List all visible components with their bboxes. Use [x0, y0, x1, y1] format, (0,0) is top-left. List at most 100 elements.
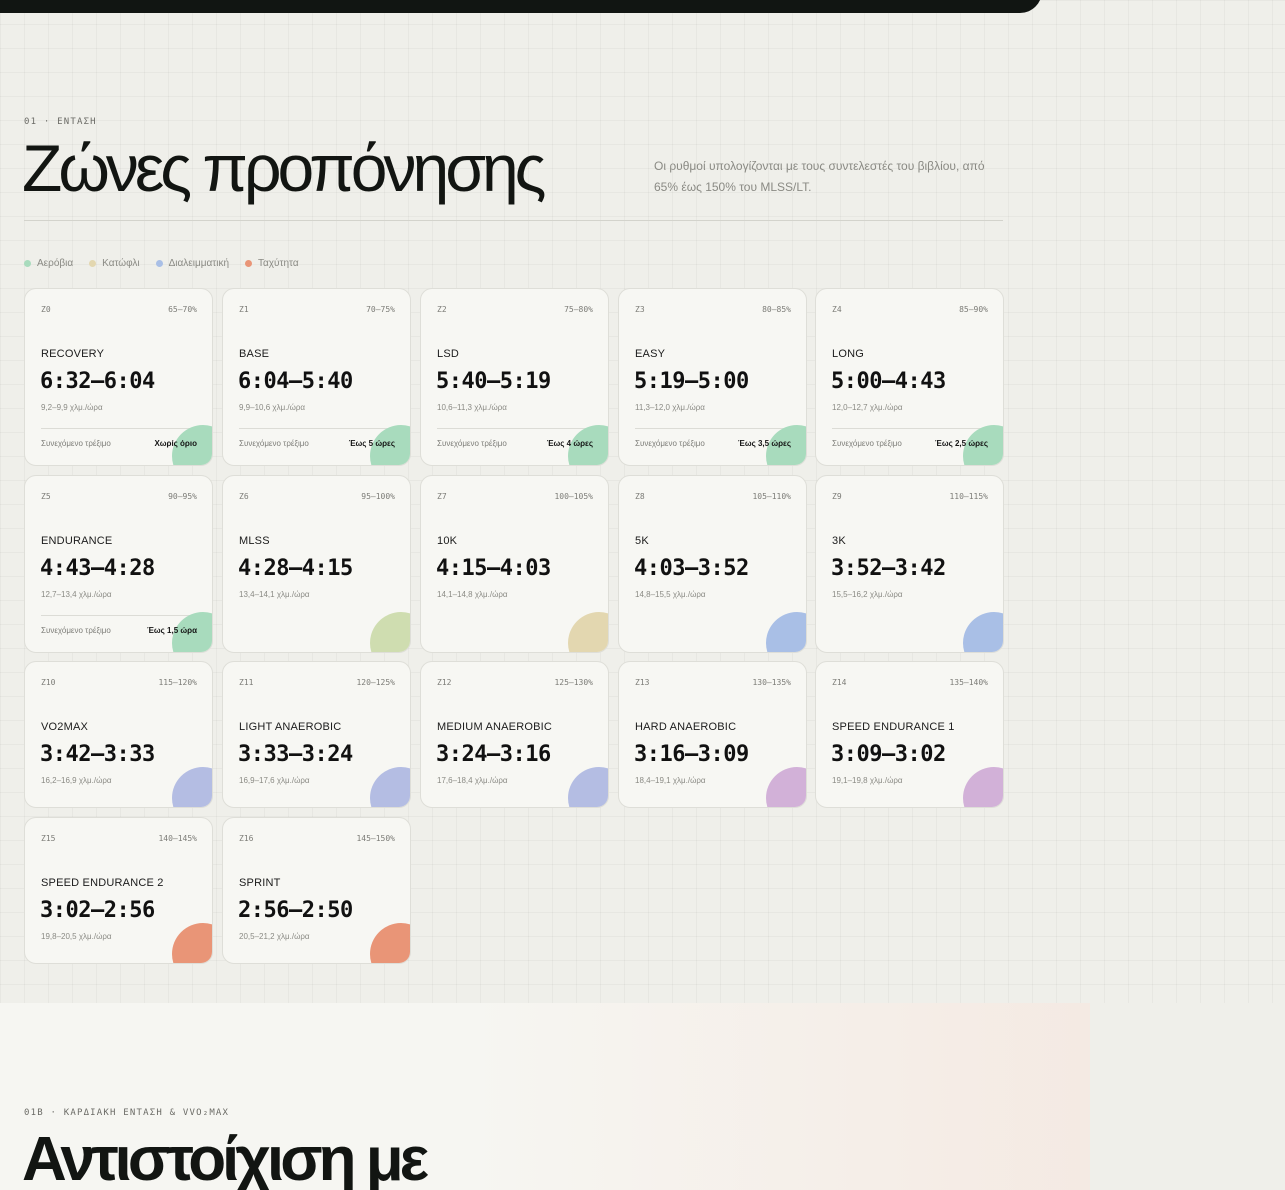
zone-card-z16[interactable]: Z16 145–150% SPRINT 2:56–2:50 20,5–21,2 χλμ.…: [222, 817, 411, 964]
zone-divider: [239, 428, 394, 429]
zone-card-z1[interactable]: Z1 70–75% BASE 6:04–5:40 9,9–10,6 χλμ./ώρα Συ…: [222, 288, 411, 466]
zone-speed: 19,1–19,8 χλμ./ώρα: [832, 776, 903, 785]
zone-name: SPEED ENDURANCE 2: [41, 877, 164, 889]
zone-range: 80–85%: [762, 305, 791, 314]
zone-card-z9[interactable]: Z9 110–115% 3K 3:52–3:42 15,5–16,2 χλμ./ώρα: [815, 475, 1004, 653]
zone-speed: 16,2–16,9 χλμ./ώρα: [41, 776, 112, 785]
zone-code: Z10: [41, 678, 56, 687]
zone-range: 65–70%: [168, 305, 197, 314]
zone-speed: 20,5–21,2 χλμ./ώρα: [239, 932, 310, 941]
zone-card-z2[interactable]: Z2 75–80% LSD 5:40–5:19 10,6–11,3 χλμ./ώρα Συ…: [420, 288, 609, 466]
legend-dot-icon: [24, 260, 31, 267]
section-divider: [24, 220, 1003, 221]
legend-label: Ταχύτητα: [258, 258, 299, 269]
zone-name: MLSS: [239, 535, 270, 547]
zone-speed: 19,8–20,5 χλμ./ώρα: [41, 932, 112, 941]
zone-card-z8[interactable]: Z8 105–110% 5K 4:03–3:52 14,8–15,5 χλμ./ώρα: [618, 475, 807, 653]
zone-code: Z14: [832, 678, 847, 687]
zone-speed: 12,7–13,4 χλμ./ώρα: [41, 590, 112, 599]
section-fade: [1090, 1003, 1285, 1190]
zone-name: LSD: [437, 348, 459, 360]
zone-card-z6[interactable]: Z6 95–100% MLSS 4:28–4:15 13,4–14,1 χλμ./ώρα: [222, 475, 411, 653]
zone-card-z11[interactable]: Z11 120–125% LIGHT ANAEROBIC 3:33–3:24 16,9–…: [222, 661, 411, 808]
zone-range: 105–110%: [752, 492, 791, 501]
zone-code: Z3: [635, 305, 645, 314]
zone-divider: [832, 428, 987, 429]
zone-pace: 4:28–4:15: [238, 556, 353, 581]
zone-card-z14[interactable]: Z14 135–140% SPEED ENDURANCE 1 3:09–3:02 19,…: [815, 661, 1004, 808]
zone-name: 10K: [437, 535, 458, 547]
zone-card-z12[interactable]: Z12 125–130% MEDIUM ANAEROBIC 3:24–3:16 17,6…: [420, 661, 609, 808]
zone-color-blob: [963, 767, 1003, 807]
zone-card-z0[interactable]: Z0 65–70% RECOVERY 6:32–6:04 9,2–9,9 χλμ./ώρ…: [24, 288, 213, 466]
zone-speed: 10,6–11,3 χλμ./ώρα: [437, 403, 507, 412]
zone-range: 145–150%: [356, 834, 395, 843]
zone-code: Z4: [832, 305, 842, 314]
zone-pace: 6:04–5:40: [238, 369, 353, 394]
zone-speed: 17,6–18,4 χλμ./ώρα: [437, 776, 508, 785]
zone-note-value: Έως 4 ώρες: [546, 439, 593, 448]
top-header-bar: [0, 0, 1042, 13]
section-subtitle: Οι ρυθμοί υπολογίζονται με τους συντελεσ…: [654, 159, 985, 194]
zone-note-label: Συνεχόμενο τρέξιμο: [41, 626, 111, 635]
zone-color-blob: [370, 923, 410, 963]
zone-note-value: Έως 5 ώρες: [348, 439, 395, 448]
zone-pace: 3:42–3:33: [40, 742, 155, 767]
zone-code: Z2: [437, 305, 447, 314]
zone-range: 85–90%: [959, 305, 988, 314]
legend-label: Κατώφλι: [102, 258, 140, 269]
zone-note-value: Έως 2,5 ώρες: [935, 439, 988, 448]
zone-card-z15[interactable]: Z15 140–145% SPEED ENDURANCE 2 3:02–2:56 19,…: [24, 817, 213, 964]
zone-code: Z7: [437, 492, 447, 501]
zone-speed: 9,9–10,6 χλμ./ώρα: [239, 403, 306, 412]
zone-speed: 13,4–14,1 χλμ./ώρα: [239, 590, 310, 599]
zone-name: SPRINT: [239, 877, 281, 889]
zone-range: 75–80%: [564, 305, 593, 314]
zone-code: Z11: [239, 678, 254, 687]
zone-note-value: Έως 1,5 ώρα: [147, 626, 197, 635]
zone-color-blob: [172, 767, 212, 807]
legend-dot-icon: [245, 260, 253, 267]
zone-card-z5[interactable]: Z5 90–95% ENDURANCE 4:43–4:28 12,7–13,4 χλμ.…: [24, 475, 213, 653]
zone-color-blob: [370, 767, 410, 807]
zone-legend: Αερόβια Κατώφλι Διαλειμματική Ταχύτητα: [24, 258, 299, 269]
zone-code: Z0: [41, 305, 51, 314]
zone-color-blob: [568, 767, 608, 807]
zone-card-z3[interactable]: Z3 80–85% EASY 5:19–5:00 11,3–12,0 χλμ./ώρα Σ…: [618, 288, 807, 466]
zone-card-z4[interactable]: Z4 85–90% LONG 5:00–4:43 12,0–12,7 χλμ./ώρα Σ…: [815, 288, 1004, 466]
zone-pace: 2:56–2:50: [238, 898, 353, 923]
zone-card-z10[interactable]: Z10 115–120% VO2MAX 3:42–3:33 16,2–16,9 χλμ.…: [24, 661, 213, 808]
zone-speed: 16,9–17,6 χλμ./ώρα: [239, 776, 310, 785]
zone-note-label: Συνεχόμενο τρέξιμο: [41, 439, 111, 448]
zone-code: Z12: [437, 678, 452, 687]
zone-range: 70–75%: [366, 305, 395, 314]
legend-dot-icon: [155, 260, 163, 267]
zone-code: Z5: [41, 492, 51, 501]
legend-label: Αερόβια: [37, 258, 74, 269]
zone-pace: 3:09–3:02: [831, 742, 946, 767]
zone-speed: 12,0–12,7 χλμ./ώρα: [832, 403, 903, 412]
zone-name: 5K: [635, 535, 649, 547]
zone-range: 135–140%: [949, 678, 988, 687]
zone-name: HARD ANAEROBIC: [635, 721, 737, 733]
legend-item: Ταχύτητα: [245, 258, 299, 269]
zone-note-value: Χωρίς όριο: [154, 439, 198, 448]
zone-code: Z1: [239, 305, 249, 314]
section-eyebrow: 01 · ΕΝΤΑΣΗ: [24, 117, 97, 127]
zone-speed: 9,2–9,9 χλμ./ώρα: [41, 403, 103, 412]
page-title: Ζώνες προπόνησης: [22, 131, 546, 205]
zone-speed: 15,5–16,2 χλμ./ώρα: [832, 590, 903, 599]
legend-item: Διαλειμματική: [155, 258, 230, 269]
zone-name: MEDIUM ANAEROBIC: [437, 721, 553, 733]
legend-label: Διαλειμματική: [168, 258, 230, 269]
zone-color-blob: [766, 612, 806, 652]
zone-pace: 3:52–3:42: [831, 556, 946, 581]
zone-range: 90–95%: [168, 492, 197, 501]
zone-card-z13[interactable]: Z13 130–135% HARD ANAEROBIC 3:16–3:09 18,4–1…: [618, 661, 807, 808]
zone-pace: 3:24–3:16: [436, 742, 551, 767]
legend-item: Κατώφλι: [89, 258, 140, 269]
zone-range: 95–100%: [361, 492, 395, 501]
zone-name: LONG: [832, 348, 864, 360]
zone-card-z7[interactable]: Z7 100–105% 10K 4:15–4:03 14,1–14,8 χλμ./ώρα: [420, 475, 609, 653]
legend-dot-icon: [89, 260, 97, 267]
